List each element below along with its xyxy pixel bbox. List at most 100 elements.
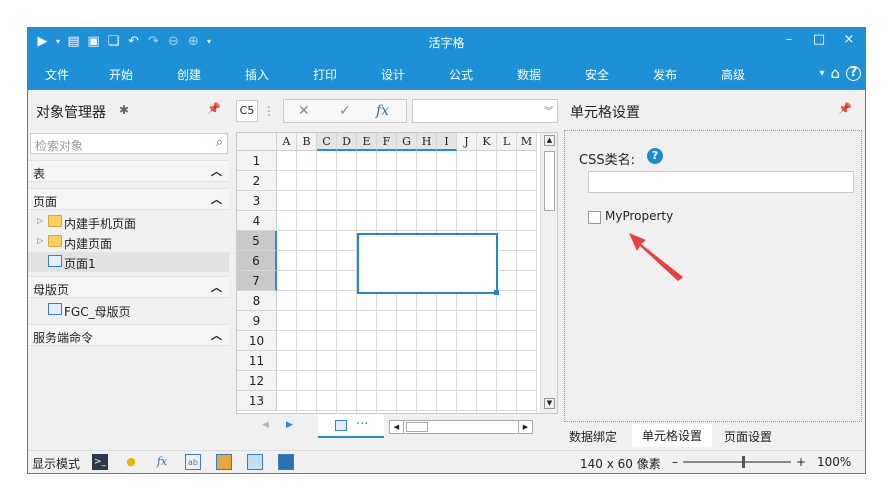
row-header-5[interactable]: 5 (237, 231, 277, 251)
menu-advanced[interactable]: 高级 (721, 66, 745, 83)
expand-icon[interactable]: ▷ (37, 236, 43, 245)
vertical-scrollbar[interactable]: ▲ ▼ (540, 133, 557, 413)
row-header-4[interactable]: 4 (237, 211, 277, 231)
section-page[interactable]: 页面 ︿ (28, 188, 229, 210)
section-master[interactable]: 母版页 ︿ (28, 276, 229, 298)
horizontal-scrollbar[interactable]: ◀ ▶ (389, 420, 533, 434)
terminal-icon[interactable]: >_ (92, 454, 108, 470)
chevron-down-icon[interactable]: ▾ (819, 68, 824, 79)
myproperty-checkbox[interactable] (588, 211, 601, 224)
close-button[interactable]: × (839, 32, 859, 47)
function-icon[interactable]: fx (154, 454, 170, 470)
bulb-icon[interactable]: ● (123, 454, 139, 470)
column-header-h[interactable]: H (417, 133, 437, 151)
row-header-2[interactable]: 2 (237, 171, 277, 191)
row-header-11[interactable]: 11 (237, 351, 277, 371)
row-header-8[interactable]: 8 (237, 291, 277, 311)
column-header-l[interactable]: L (497, 133, 517, 151)
calendar-icon[interactable] (216, 454, 232, 470)
minimize-button[interactable]: – (779, 32, 799, 47)
confirm-icon[interactable]: ✓ (339, 103, 351, 119)
zoom-slider[interactable]: – + (672, 455, 806, 469)
hscroll-thumb[interactable] (406, 422, 428, 432)
more-icon[interactable]: ⋮ (263, 104, 275, 118)
cell-reference-box[interactable]: C5 (236, 100, 258, 122)
row-header-3[interactable]: 3 (237, 191, 277, 211)
layout-icon[interactable] (247, 454, 263, 470)
scroll-up-icon[interactable]: ▲ (544, 135, 555, 146)
object-search-input[interactable]: 检索对象 ⌕ (30, 133, 228, 154)
row-header-12[interactable]: 12 (237, 371, 277, 391)
sheet-more-icon[interactable]: ··· (356, 417, 368, 432)
zoom-out-button[interactable]: – (672, 455, 678, 469)
column-header-e[interactable]: E (357, 133, 377, 151)
cancel-icon[interactable]: ✕ (298, 103, 310, 119)
column-header-k[interactable]: K (477, 133, 497, 151)
search-icon[interactable]: ⌕ (216, 135, 223, 150)
gear-icon[interactable]: ✱ (119, 103, 129, 117)
next-sheet-icon[interactable]: ▶ (286, 420, 293, 430)
column-header-m[interactable]: M (517, 133, 537, 151)
menu-publish[interactable]: 发布 (653, 66, 677, 83)
table-icon[interactable]: ab (185, 454, 201, 470)
menu-insert[interactable]: 插入 (245, 66, 269, 83)
cell-area[interactable] (277, 151, 537, 413)
sheet-tab[interactable]: ··· (318, 414, 384, 438)
expand-formula-icon[interactable]: ︾ (544, 104, 553, 117)
column-header-a[interactable]: A (277, 133, 297, 151)
menu-design[interactable]: 设计 (381, 66, 405, 83)
tree-item-mobile-builtin[interactable]: ▷ 内建手机页面 (28, 212, 229, 232)
tree-item-builtin[interactable]: ▷ 内建页面 (28, 232, 229, 252)
tab-cell-settings[interactable]: 单元格设置 (632, 424, 713, 447)
chevron-up-icon[interactable]: ︿ (211, 279, 222, 295)
prev-sheet-icon[interactable]: ◀ (262, 420, 269, 430)
panel-icon[interactable] (278, 454, 294, 470)
section-table[interactable]: 表 ︿ (28, 160, 229, 182)
help-icon[interactable]: ? (846, 65, 861, 81)
tab-page-settings[interactable]: 页面设置 (724, 428, 772, 445)
expand-icon[interactable]: ▷ (37, 216, 43, 225)
zoom-thumb[interactable] (742, 456, 745, 468)
tree-item-master-page[interactable]: FGC_母版页 (28, 300, 229, 320)
select-all-corner[interactable] (237, 133, 277, 151)
column-header-f[interactable]: F (377, 133, 397, 151)
row-header-1[interactable]: 1 (237, 151, 277, 171)
menu-home[interactable]: 开始 (109, 66, 133, 83)
help-icon[interactable]: ? (647, 148, 663, 164)
section-server-commands[interactable]: 服务端命令 ︿ (28, 324, 229, 346)
column-header-g[interactable]: G (397, 133, 417, 151)
row-header-9[interactable]: 9 (237, 311, 277, 331)
tab-data-binding[interactable]: 数据绑定 (569, 428, 617, 445)
zoom-in-button[interactable]: + (796, 455, 806, 469)
menu-print[interactable]: 打印 (313, 66, 337, 83)
maximize-button[interactable]: □ (809, 32, 829, 47)
scroll-right-icon[interactable]: ▶ (518, 421, 532, 433)
selected-cell-range[interactable] (357, 233, 498, 294)
pin-icon[interactable]: 📌 (838, 102, 852, 115)
function-icon[interactable]: fx (376, 103, 389, 119)
menu-formula[interactable]: 公式 (449, 66, 473, 83)
scroll-left-icon[interactable]: ◀ (390, 421, 404, 433)
menu-security[interactable]: 安全 (585, 66, 609, 83)
fill-handle[interactable] (494, 290, 499, 295)
row-header-13[interactable]: 13 (237, 391, 277, 411)
column-header-b[interactable]: B (297, 133, 317, 151)
scroll-thumb[interactable] (544, 151, 555, 211)
css-class-input[interactable] (588, 171, 854, 193)
row-header-7[interactable]: 7 (237, 271, 277, 291)
formula-input[interactable]: ︾ (412, 99, 558, 123)
column-header-j[interactable]: J (457, 133, 477, 151)
spreadsheet-grid[interactable]: ABCDEFGHIJKLM 1 2 3 4 5 6 7 8 9 10 11 12 13 ▲ ▼ (236, 132, 558, 414)
menu-file[interactable]: 文件 (45, 66, 69, 83)
tree-item-page1[interactable]: 页面1 (28, 252, 229, 272)
column-header-i[interactable]: I (437, 133, 457, 151)
chevron-up-icon[interactable]: ︿ (211, 163, 222, 179)
column-header-c[interactable]: C (317, 133, 337, 151)
menu-data[interactable]: 数据 (517, 66, 541, 83)
column-header-d[interactable]: D (337, 133, 357, 151)
row-header-6[interactable]: 6 (237, 251, 277, 271)
chevron-up-icon[interactable]: ︿ (211, 327, 222, 343)
chevron-up-icon[interactable]: ︿ (211, 191, 222, 207)
scroll-down-icon[interactable]: ▼ (544, 398, 555, 409)
home-icon[interactable]: ⌂ (830, 64, 840, 82)
